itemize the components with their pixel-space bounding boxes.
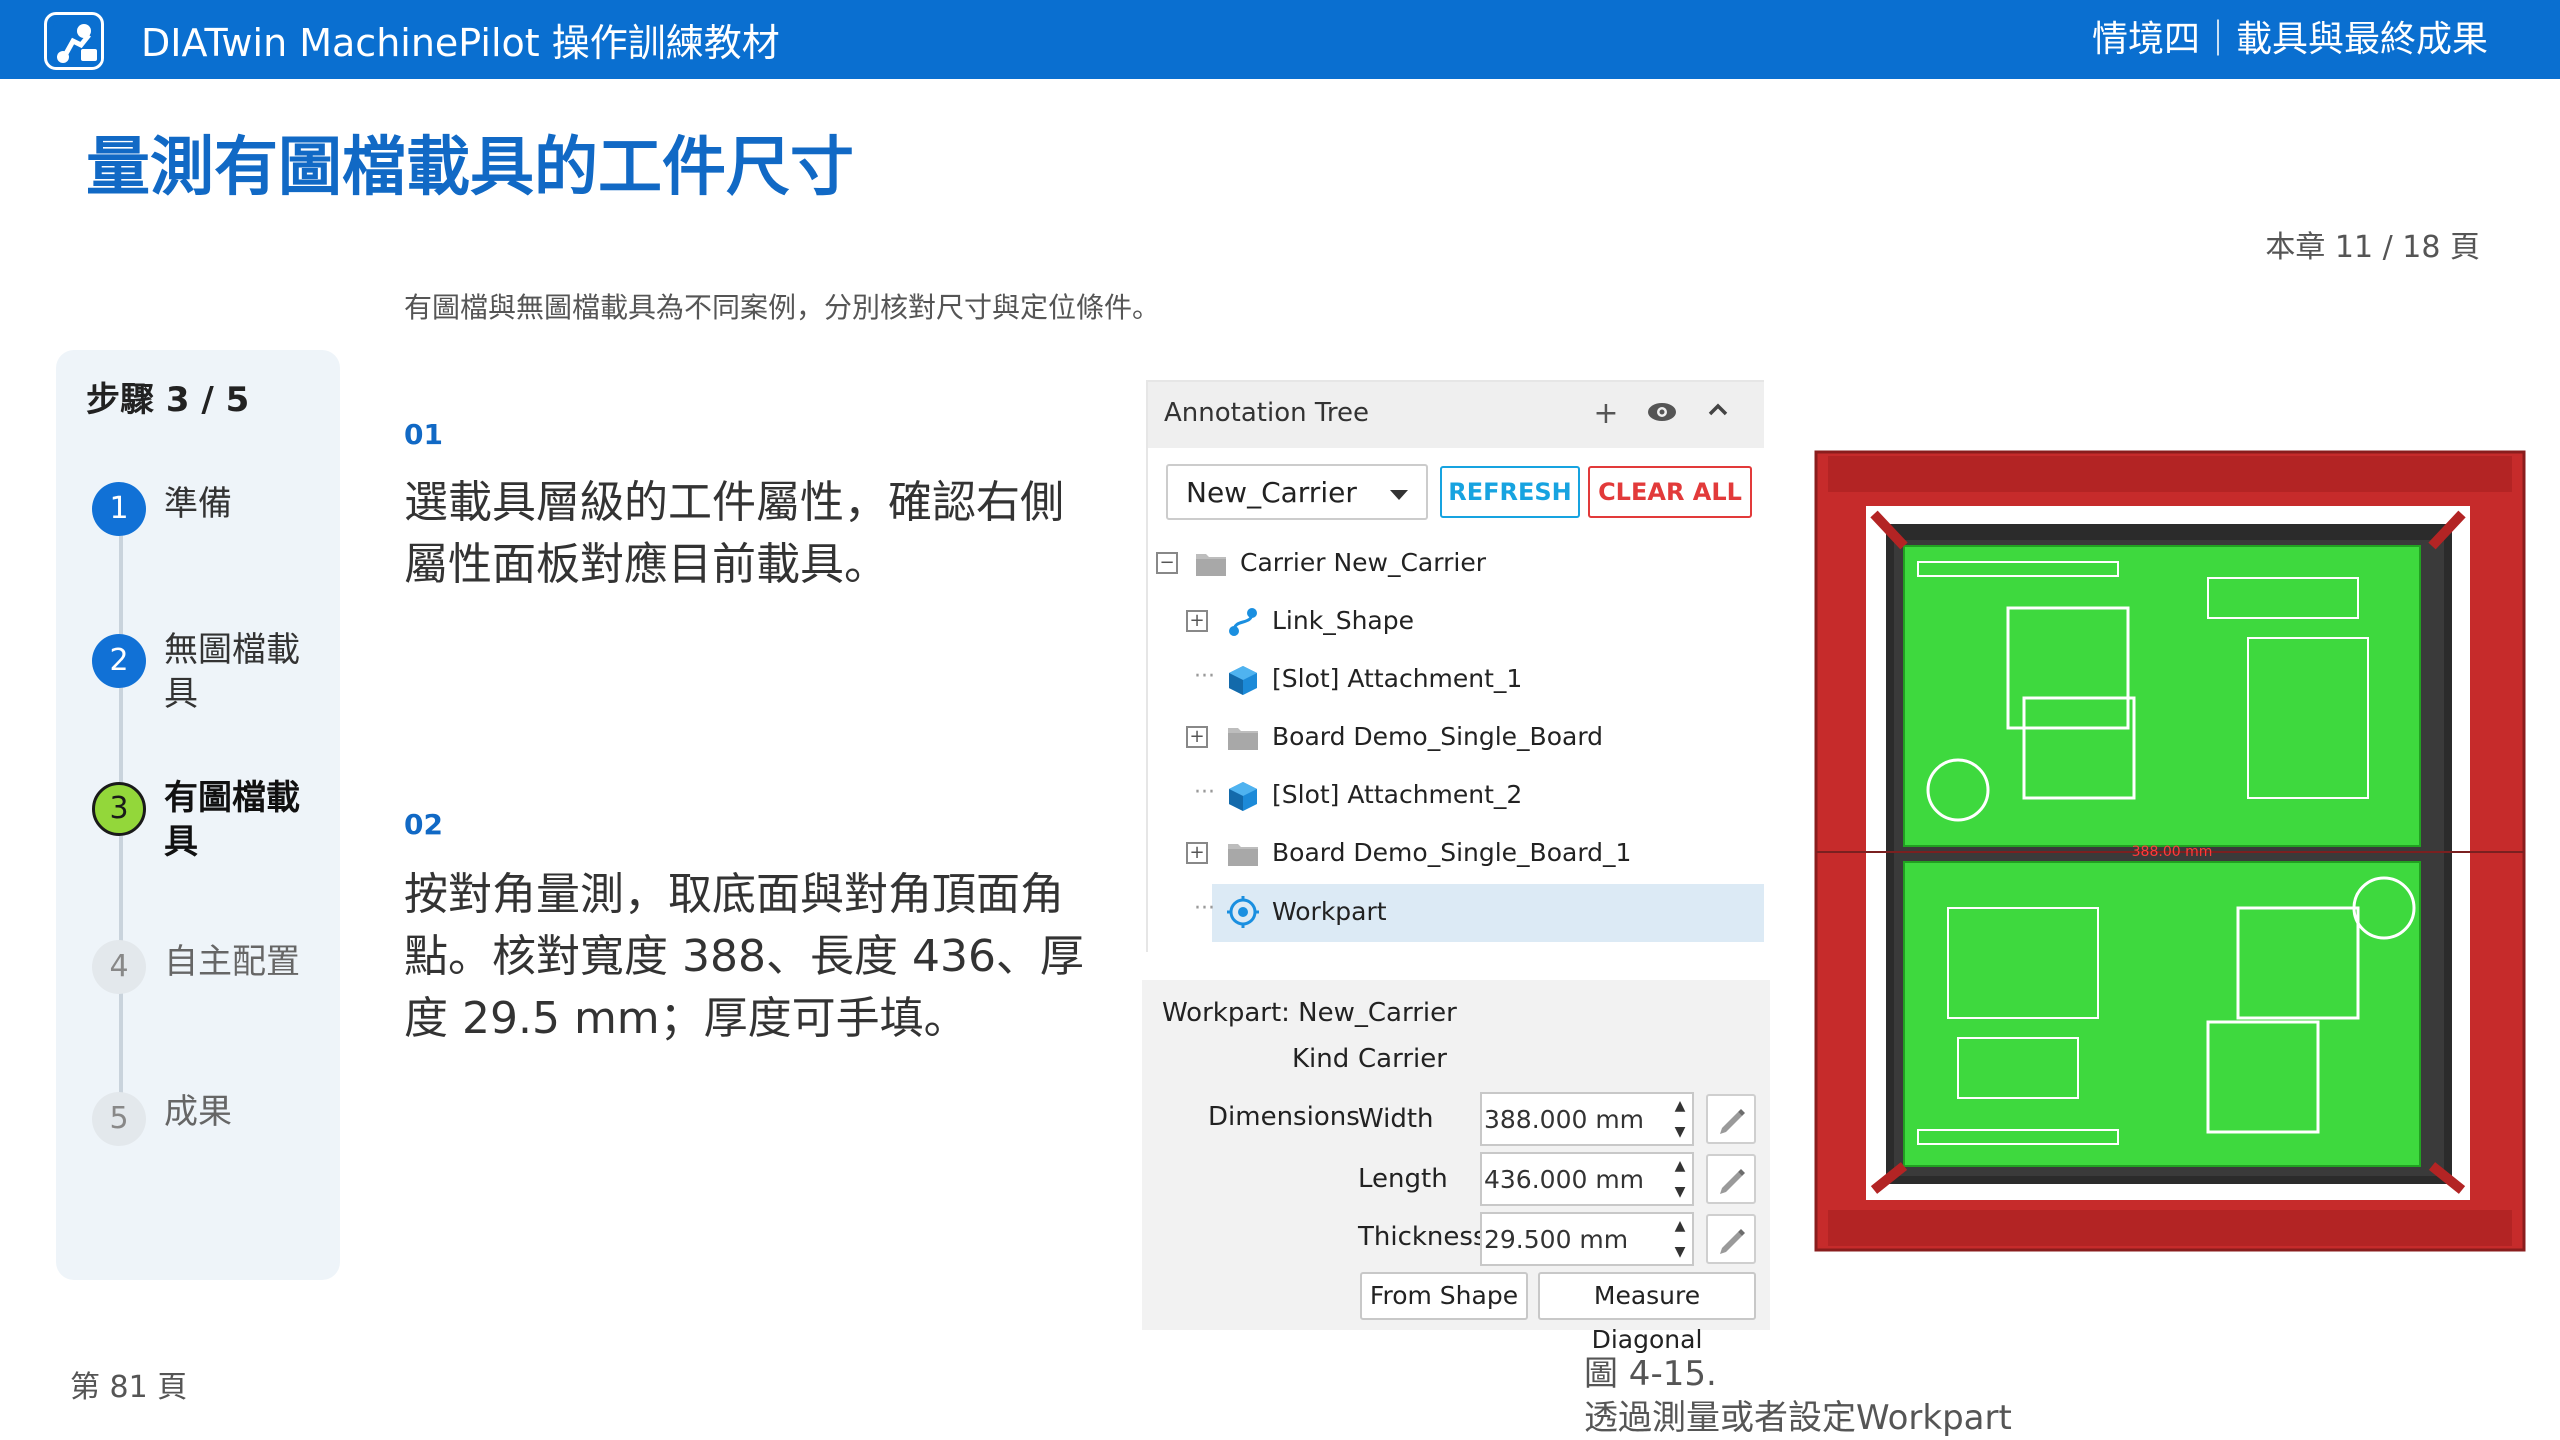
tree-row-board-1[interactable]: + Board Demo_Single_Board_1 [1148,828,1764,880]
annotation-tree-header: Annotation Tree + [1148,382,1764,448]
step-number: 5 [92,1092,146,1146]
step-number: 1 [92,482,146,536]
expand-icon[interactable]: + [1186,610,1208,632]
annotation-tree-title: Annotation Tree [1164,398,1370,428]
step-number: 4 [92,940,146,994]
measure-thickness-button[interactable] [1706,1214,1756,1264]
step-number: 3 [92,782,146,836]
tree-row-carrier[interactable]: − Carrier New_Carrier [1148,538,1764,590]
spin-down-icon[interactable]: ▼ [1672,1122,1688,1142]
chapter-page-counter: 本章 11 / 18 頁 [2265,230,2480,265]
carrier-select[interactable]: New_Carrier [1166,464,1428,520]
width-input[interactable] [1484,1096,1664,1142]
eye-icon[interactable] [1644,396,1680,432]
measure-label: 388.00 mm [2132,844,2213,860]
cube-icon [1226,664,1260,696]
measure-diagonal-button[interactable]: Measure Diagonal [1538,1272,1756,1354]
pencil-icon [1720,1229,1745,1254]
spin-down-icon[interactable]: ▼ [1672,1242,1688,1262]
workpart-properties-panel: Workpart: New_Carrier Kind Carrier Dimen… [1142,980,1770,1354]
plus-icon[interactable]: + [1588,396,1624,432]
from-shape-button[interactable]: From Shape [1360,1272,1528,1320]
workpart-icon [1226,896,1260,928]
tree-row-attachment-1[interactable]: ··· [Slot] Attachment_1 [1148,654,1764,706]
chevron-down-icon [1390,490,1408,500]
spin-down-icon[interactable]: ▼ [1672,1182,1688,1202]
app-title: DIATwin MachinePilot 操作訓練教材 [141,21,780,65]
clear-all-button[interactable]: CLEAR ALL [1588,466,1752,518]
step-label: 無圖檔載具 [164,630,300,714]
tree-row-link-shape[interactable]: + Link_Shape [1148,596,1764,648]
page-title: 量測有圖檔載具的工件尺寸 [86,131,854,205]
width-field[interactable]: ▲ ▼ [1480,1092,1694,1146]
expand-icon[interactable]: + [1186,726,1208,748]
thickness-label: Thickness [1358,1222,1487,1252]
tree-row-workpart[interactable]: ··· Workpart [1194,884,1764,942]
refresh-button[interactable]: REFRESH [1440,466,1580,518]
tree-row-label: [Slot] Attachment_2 [1272,780,1523,809]
thickness-input[interactable] [1484,1216,1664,1262]
app-logo-icon [44,12,104,70]
length-label: Length [1358,1164,1448,1194]
collapse-icon[interactable]: − [1156,552,1178,574]
figure-caption-text: 透過測量或者設定Workpart [1584,1398,2012,1438]
tree-connector-dots: ··· [1194,664,1215,689]
tree-row-board[interactable]: + Board Demo_Single_Board [1148,712,1764,764]
tree-row-label: Board Demo_Single_Board_1 [1272,838,1632,867]
measure-width-button[interactable] [1706,1094,1756,1144]
figure-caption-number: 圖 4-15. [1584,1354,1717,1394]
step-01-number: 01 [404,418,443,451]
expand-icon[interactable]: + [1186,842,1208,864]
step-01-text: 選載具層級的工件屬性，確認右側屬性面板對應目前載具。 [404,477,1064,590]
kind-value: Carrier [1358,1044,1447,1074]
dimensions-label: Dimensions [1208,1102,1360,1132]
step-number: 2 [92,634,146,688]
length-field[interactable]: ▲ ▼ [1480,1152,1694,1206]
tree-row-label: Board Demo_Single_Board [1272,722,1604,751]
measure-length-button[interactable] [1706,1154,1756,1204]
step-label: 準備 [164,484,232,524]
spin-up-icon[interactable]: ▲ [1672,1216,1688,1236]
steps-heading: 步驟 3 / 5 [86,380,250,420]
carrier-board-image: 388.00 mm [1814,450,2526,1252]
spin-up-icon[interactable]: ▲ [1672,1156,1688,1176]
width-label: Width [1358,1104,1434,1134]
chevron-up-icon[interactable] [1700,396,1736,432]
tree-connector-dots: ··· [1194,780,1215,805]
chapter-title: 情境四｜載具與最終成果 [2091,19,2488,60]
link-shape-icon [1226,606,1260,638]
top-bar: DIATwin MachinePilot 操作訓練教材 情境四｜載具與最終成果 [0,0,2560,79]
carrier-select-value: New_Carrier [1186,476,1357,509]
step-label: 有圖檔載具 [164,778,300,862]
step-02-number: 02 [404,808,443,841]
folder-icon [1194,548,1228,580]
step-label: 自主配置 [164,942,300,982]
thickness-field[interactable]: ▲ ▼ [1480,1212,1694,1266]
folder-icon [1226,722,1260,754]
page-number: 第 81 頁 [70,1370,188,1405]
tree-connector-dots: ··· [1194,896,1215,921]
kind-label: Kind [1292,1044,1350,1074]
tree-row-attachment-2[interactable]: ··· [Slot] Attachment_2 [1148,770,1764,822]
spin-up-icon[interactable]: ▲ [1672,1096,1688,1116]
length-input[interactable] [1484,1156,1664,1202]
pencil-icon [1720,1109,1745,1134]
tree-row-label: Link_Shape [1272,606,1414,635]
figure-caption: 圖 4-15. 透過測量或者設定Workpart [1584,1352,2012,1440]
page-subtitle: 有圖檔與無圖檔載具為不同案例，分別核對尺寸與定位條件。 [404,291,1161,324]
step-label: 成果 [164,1092,232,1132]
tree-row-label: [Slot] Attachment_1 [1272,664,1523,693]
pencil-icon [1720,1169,1745,1194]
tree-row-label: Workpart [1272,897,1387,926]
cube-icon [1226,780,1260,812]
workpart-name-label: Workpart: New_Carrier [1162,998,1457,1028]
tree-row-label: Carrier New_Carrier [1240,548,1486,577]
step-02-text: 按對角量測，取底面與對角頂面角點。核對寬度 388、長度 436、厚度 29.5… [404,869,1084,1044]
carrier-board-figure: 388.00 mm [1808,438,2532,1258]
annotation-tree-panel: Annotation Tree + New_Carrier REFRESH CL… [1146,380,1764,952]
steps-sidebar: 步驟 3 / 5 1 準備 2 無圖檔載具 3 有圖檔載具 4 自主配置 5 成… [56,350,340,1280]
folder-icon [1226,838,1260,870]
